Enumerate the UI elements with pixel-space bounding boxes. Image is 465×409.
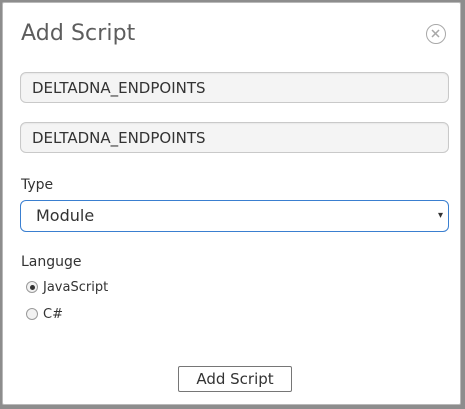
type-select-value: Module [36, 206, 95, 225]
radio-csharp[interactable] [26, 308, 38, 320]
add-script-button[interactable]: Add Script [178, 366, 292, 392]
language-label: Languge [21, 254, 82, 270]
dialog-title: Add Script [21, 21, 136, 46]
radio-javascript[interactable] [26, 281, 38, 293]
radio-javascript-label: JavaScript [43, 280, 109, 295]
chevron-down-icon: ▾ [437, 210, 443, 221]
script-name-field[interactable] [20, 72, 449, 103]
close-icon[interactable] [426, 24, 446, 44]
add-script-dialog: Add Script Type Module ▾ Languge JavaScr… [2, 2, 461, 405]
script-shortname-field[interactable] [20, 122, 449, 153]
radio-csharp-label: C# [43, 307, 63, 322]
type-select[interactable]: Module ▾ [20, 200, 449, 232]
type-label: Type [21, 177, 54, 193]
